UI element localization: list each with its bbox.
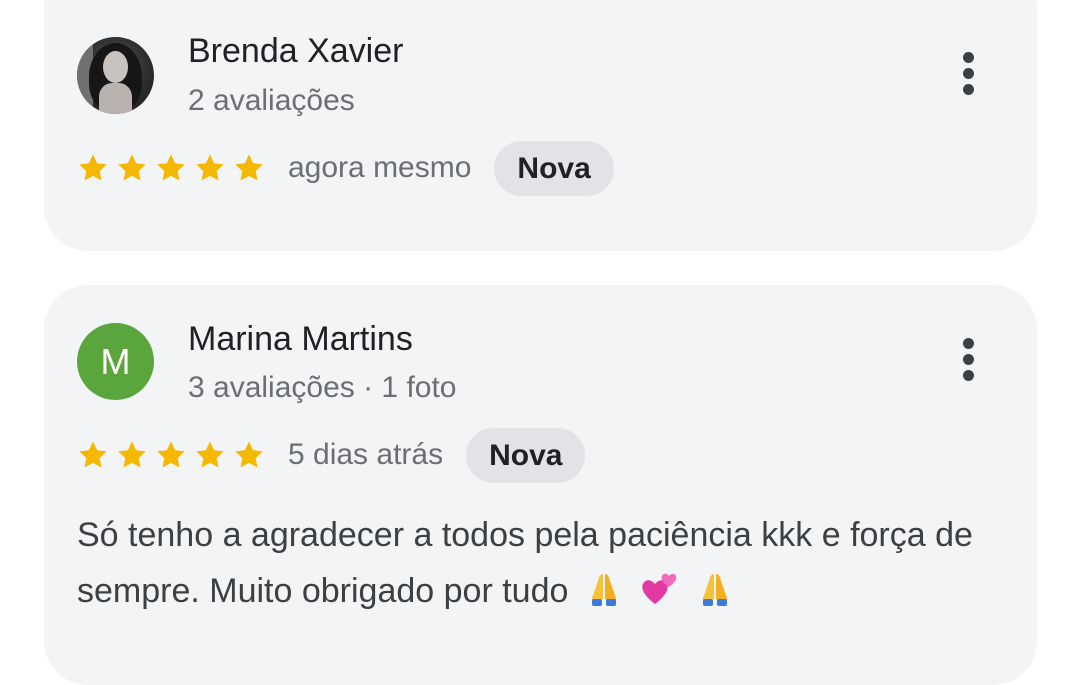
star-icon	[155, 439, 187, 471]
new-badge: Nova	[466, 427, 586, 483]
star-icon	[116, 439, 148, 471]
avatar[interactable]	[77, 37, 154, 114]
more-vert-icon[interactable]	[959, 52, 979, 100]
review-time: 5 dias atrás	[288, 438, 444, 471]
review-card: M Marina Martins 3 avaliações · 1 foto 5…	[44, 285, 1037, 685]
review-time: agora mesmo	[288, 151, 472, 184]
two-hearts-emoji	[639, 568, 679, 608]
star-icon	[77, 439, 109, 471]
rating-row: 5 dias atrás Nova	[77, 427, 586, 483]
reviewer-meta: 3 avaliações · 1 foto	[188, 371, 457, 404]
star-rating	[77, 439, 265, 471]
more-vert-icon[interactable]	[959, 338, 979, 386]
star-icon	[116, 152, 148, 184]
star-icon	[233, 152, 265, 184]
review-text: Só tenho a agradecer a todos pela paciên…	[77, 516, 973, 610]
new-badge: Nova	[494, 140, 614, 196]
review-text-block: Só tenho a agradecer a todos pela paciên…	[77, 507, 977, 619]
rating-row: agora mesmo Nova	[77, 140, 614, 196]
star-icon	[194, 439, 226, 471]
folded-hands-emoji	[695, 568, 735, 608]
reviewer-name[interactable]: Brenda Xavier	[188, 32, 403, 71]
review-card: Brenda Xavier 2 avaliações agora mesmo N…	[44, 0, 1037, 251]
star-icon	[77, 152, 109, 184]
reviewer-meta: 2 avaliações	[188, 84, 355, 117]
star-icon	[155, 152, 187, 184]
folded-hands-emoji	[584, 568, 624, 608]
reviewer-name[interactable]: Marina Martins	[188, 320, 413, 359]
star-rating	[77, 152, 265, 184]
avatar[interactable]: M	[77, 323, 154, 400]
star-icon	[194, 152, 226, 184]
star-icon	[233, 439, 265, 471]
